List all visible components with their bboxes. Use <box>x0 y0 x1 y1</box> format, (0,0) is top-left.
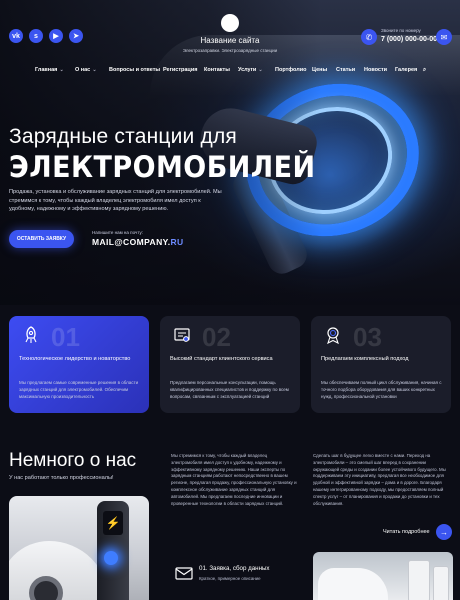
nav-item-contacts[interactable]: Контакты <box>204 67 230 73</box>
card-description: Мы предлагаем самые современные решения … <box>19 380 139 399</box>
card-title: Предлагаем комплексный подход <box>321 356 409 362</box>
card-number: 01 <box>51 322 80 352</box>
site-logo[interactable] <box>221 14 239 32</box>
step-subtitle: Краткое, примерное описание <box>199 576 261 581</box>
hero-title-line2: ЭЛЕКТРОМОБИЛЕЙ <box>9 150 316 184</box>
arrow-right-icon[interactable]: → <box>436 524 452 540</box>
nav-item-about[interactable]: О нас ⌄ <box>75 67 96 73</box>
nav-item-faq[interactable]: Вопросы и ответы <box>109 67 160 73</box>
nav-item-register[interactable]: Регистрация <box>163 67 197 73</box>
chevron-down-icon: ⌄ <box>258 67 263 73</box>
feature-card-2[interactable]: 02 Высокий стандарт клиентского сервиса … <box>160 316 300 413</box>
nav-item-services[interactable]: Услуги ⌄ <box>238 67 263 73</box>
about-title: Немного о нас <box>9 450 137 471</box>
site-subtitle: Электрозаправки. Электрозарядные станции <box>182 48 278 53</box>
card-number: 03 <box>353 322 382 352</box>
about-text-left: Мы стремимся к тому, чтобы каждый владел… <box>171 453 297 506</box>
card-title: Технологическое лидерство и новаторство <box>19 356 131 362</box>
leave-request-button[interactable]: ОСТАВИТЬ ЗАЯВКУ <box>9 230 74 248</box>
certificate-icon <box>174 328 190 342</box>
search-icon[interactable]: ⌕ <box>423 67 426 74</box>
nav-item-portfolio[interactable]: Портфолио <box>275 67 307 73</box>
phone-label: Звоните по номеру <box>381 28 421 33</box>
charger-photo: ⚡ <box>9 496 149 600</box>
chevron-down-icon: ⌄ <box>92 67 97 73</box>
read-more-link[interactable]: Читать подробнее <box>383 529 430 535</box>
nav-item-home[interactable]: Главная ⌄ <box>35 67 64 73</box>
lightning-icon: ⚡ <box>103 511 123 535</box>
nav-item-prices[interactable]: Цены <box>312 67 327 73</box>
phone-number[interactable]: 7 (000) 000-00-00 <box>381 36 437 43</box>
mail-label: Напишите нам на почту: <box>92 230 143 235</box>
feature-card-3[interactable]: 03 Предлагаем комплексный подход Мы обес… <box>311 316 451 413</box>
card-description: Предлагаем персональные консультации, по… <box>170 380 289 399</box>
nav-item-articles[interactable]: Статьи <box>336 67 355 73</box>
mail-link[interactable]: MAIL@COMPANY.RU <box>92 237 184 247</box>
card-number: 02 <box>202 322 231 352</box>
step-title: 01. Заявка, сбор данных <box>199 565 270 572</box>
about-subtitle: У нас работают только профессионалы! <box>9 475 114 481</box>
nav-item-gallery[interactable]: Галерея <box>395 67 417 73</box>
rocket-icon <box>25 326 37 343</box>
envelope-icon <box>175 567 193 580</box>
mail-icon[interactable]: ✉ <box>436 29 452 45</box>
phone-icon[interactable]: ✆ <box>361 29 377 45</box>
feature-card-1[interactable]: 01 Технологическое лидерство и новаторст… <box>9 316 149 413</box>
card-title: Высокий стандарт клиентского сервиса <box>170 356 273 362</box>
card-description: Мы обеспечиваем полный цикл обслуживания… <box>321 380 442 399</box>
main-nav: Главная ⌄ О нас ⌄ Вопросы и ответы Регистр… <box>0 67 460 79</box>
about-text-right: Сделать шаг в будущее легко вместе с нам… <box>313 453 446 506</box>
top-bar: vk s ▶ ➤ Название сайта Электрозаправки.… <box>0 0 460 60</box>
hero-description: Продажа, установка и обслуживание зарядн… <box>9 189 222 213</box>
nav-item-news[interactable]: Новости <box>364 67 387 73</box>
chevron-down-icon: ⌄ <box>59 67 64 73</box>
award-icon <box>327 327 339 345</box>
stations-photo <box>313 552 453 600</box>
hero-title-line1: Зарядные станции для <box>9 125 237 148</box>
